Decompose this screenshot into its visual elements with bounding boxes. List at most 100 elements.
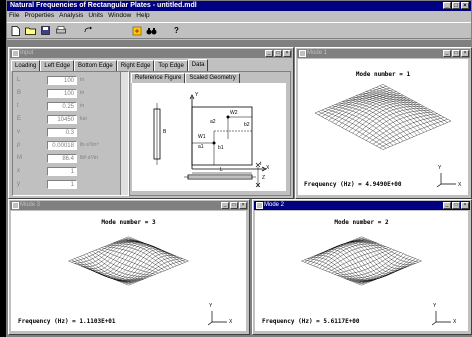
mesh-line (325, 246, 386, 271)
redraw-icon[interactable] (82, 25, 93, 36)
input-window-title: Input (20, 50, 34, 56)
mode2-axis-x: X (453, 319, 457, 325)
window-icon (12, 202, 19, 209)
mode1-minimize-button[interactable]: _ (443, 50, 451, 57)
menu-file[interactable]: File (9, 11, 19, 21)
mode1-maximize-button[interactable]: □ (452, 50, 460, 57)
tab-bottom-edge[interactable]: Bottom Edge (74, 60, 117, 71)
field-input[interactable]: 86.4 (47, 153, 77, 163)
fig-label-t: t (260, 161, 262, 167)
mesh-line (328, 246, 389, 279)
mesh-line (107, 249, 168, 280)
field-input[interactable]: 100 (47, 75, 77, 85)
mesh-line (322, 249, 383, 280)
menu-analysis[interactable]: Analysis (59, 11, 83, 21)
field-label: y (17, 181, 20, 187)
save-icon[interactable] (40, 25, 51, 36)
fig-label-b1: b1 (218, 145, 224, 151)
tab-reference-figure[interactable]: Reference Figure (131, 73, 186, 83)
tab-right-edge[interactable]: Right Edge (116, 60, 155, 71)
binoculars-icon[interactable] (146, 25, 157, 36)
field-input[interactable]: 0.3 (47, 127, 77, 137)
mode1-axis-y: Y (438, 165, 442, 171)
fig-label-w1: W1 (198, 134, 206, 140)
input-maximize-button[interactable]: □ (274, 50, 282, 57)
fig-label-x: X (266, 165, 270, 171)
fields-panel: L 100 in B 100 in t 0.25 in E 10450 ksi v 0.3 ρ 0.… (12, 71, 129, 196)
fig-label-w2: W2 (230, 110, 238, 116)
field-row: ρ 0.00018 lb·s²/in⁴ (17, 140, 99, 150)
field-input[interactable]: 1 (47, 166, 77, 176)
mesh-line (92, 251, 153, 276)
fig-label-y: Y (195, 92, 199, 98)
mesh-line (369, 113, 438, 143)
field-label: E (17, 116, 22, 122)
mode2-maximize-button[interactable]: □ (452, 202, 460, 209)
mode1-frequency: Frequency (Hz) = 4.9490E+00 (304, 181, 402, 188)
menu-units[interactable]: Units (88, 11, 103, 21)
tab-left-edge[interactable]: Left Edge (40, 60, 75, 71)
reference-figure: Y X Z B L W2 a2 W1 a1 b1 b2 t (132, 83, 286, 191)
field-input[interactable]: 0.25 (47, 101, 77, 111)
app-titlebar: Natural Frequencies of Rectangular Plate… (7, 1, 471, 11)
mode3-close-button[interactable]: × (239, 202, 247, 209)
menu-bar: File Properties Analysis Units Window He… (7, 11, 471, 21)
analyze-icon[interactable] (131, 25, 142, 36)
mode3-minimize-button[interactable]: _ (221, 202, 229, 209)
close-button[interactable]: × (461, 2, 469, 9)
open-folder-icon[interactable] (25, 25, 36, 36)
fig-label-z: Z (262, 175, 266, 181)
field-input[interactable]: 10450 (47, 114, 77, 124)
field-input[interactable]: 0.00018 (47, 140, 77, 150)
mdi-workspace: Input _ □ × Loading Left Edge Bottom Edg… (7, 40, 472, 336)
mesh-line (334, 249, 395, 275)
field-input[interactable]: 100 (47, 88, 77, 98)
mesh-line (345, 99, 414, 137)
print-icon[interactable] (55, 25, 66, 36)
field-row: x1 (17, 166, 80, 176)
minimize-button[interactable]: _ (443, 2, 451, 9)
new-file-icon[interactable] (10, 25, 21, 36)
mesh-line (362, 109, 431, 139)
mesh-line (318, 86, 387, 115)
tab-top-edge[interactable]: Top Edge (154, 60, 188, 71)
field-unit: lbf·s²/in (80, 155, 99, 161)
menu-help[interactable]: Help (136, 11, 149, 21)
input-window-titlebar: Input _ □ × (10, 49, 292, 58)
mesh-line (321, 109, 390, 147)
field-unit: in (80, 77, 85, 83)
field-row: L 100 in (17, 75, 84, 85)
input-minimize-button[interactable]: _ (265, 50, 273, 57)
mode2-minimize-button[interactable]: _ (443, 202, 451, 209)
mesh-line (314, 112, 384, 150)
mesh-line (68, 260, 129, 286)
help-icon[interactable]: ? (171, 25, 182, 36)
mode3-window: Mode 3 _ □ × Mode number = 3 Frequency (… (8, 199, 250, 335)
field-row: E 10450 ksi (17, 114, 87, 124)
mode2-close-button[interactable]: × (461, 202, 469, 209)
field-label: ρ (17, 142, 21, 148)
mesh-line (361, 260, 422, 286)
mode3-maximize-button[interactable]: □ (230, 202, 238, 209)
mode1-window: Mode 1 _ □ × Mode number = 1 Frequency (… (295, 47, 472, 199)
mode2-window-title: Mode 2 (264, 202, 285, 208)
fig-label-l: L (220, 167, 223, 173)
menu-window[interactable]: Window (108, 11, 131, 21)
mode1-close-button[interactable]: × (461, 50, 469, 57)
tab-loading[interactable]: Loading (11, 60, 41, 71)
mesh-line (362, 92, 431, 130)
field-input[interactable]: 1 (47, 179, 77, 189)
fig-label-b2: b2 (244, 122, 250, 128)
fields-scrollbar[interactable] (120, 72, 128, 195)
mode2-frequency: Frequency (Hz) = 5.6117E+00 (262, 318, 360, 325)
mesh-line (355, 95, 424, 133)
mesh-line (337, 251, 398, 276)
toolbar: ? (7, 22, 471, 39)
tab-data[interactable]: Data (187, 59, 209, 71)
mesh-line (95, 249, 156, 275)
menu-properties[interactable]: Properties (24, 11, 54, 21)
input-close-button[interactable]: × (283, 50, 291, 57)
tab-scaled-geometry[interactable]: Scaled Geometry (185, 73, 240, 83)
maximize-button[interactable]: □ (452, 2, 460, 9)
mode1-axis-x: X (458, 182, 462, 188)
